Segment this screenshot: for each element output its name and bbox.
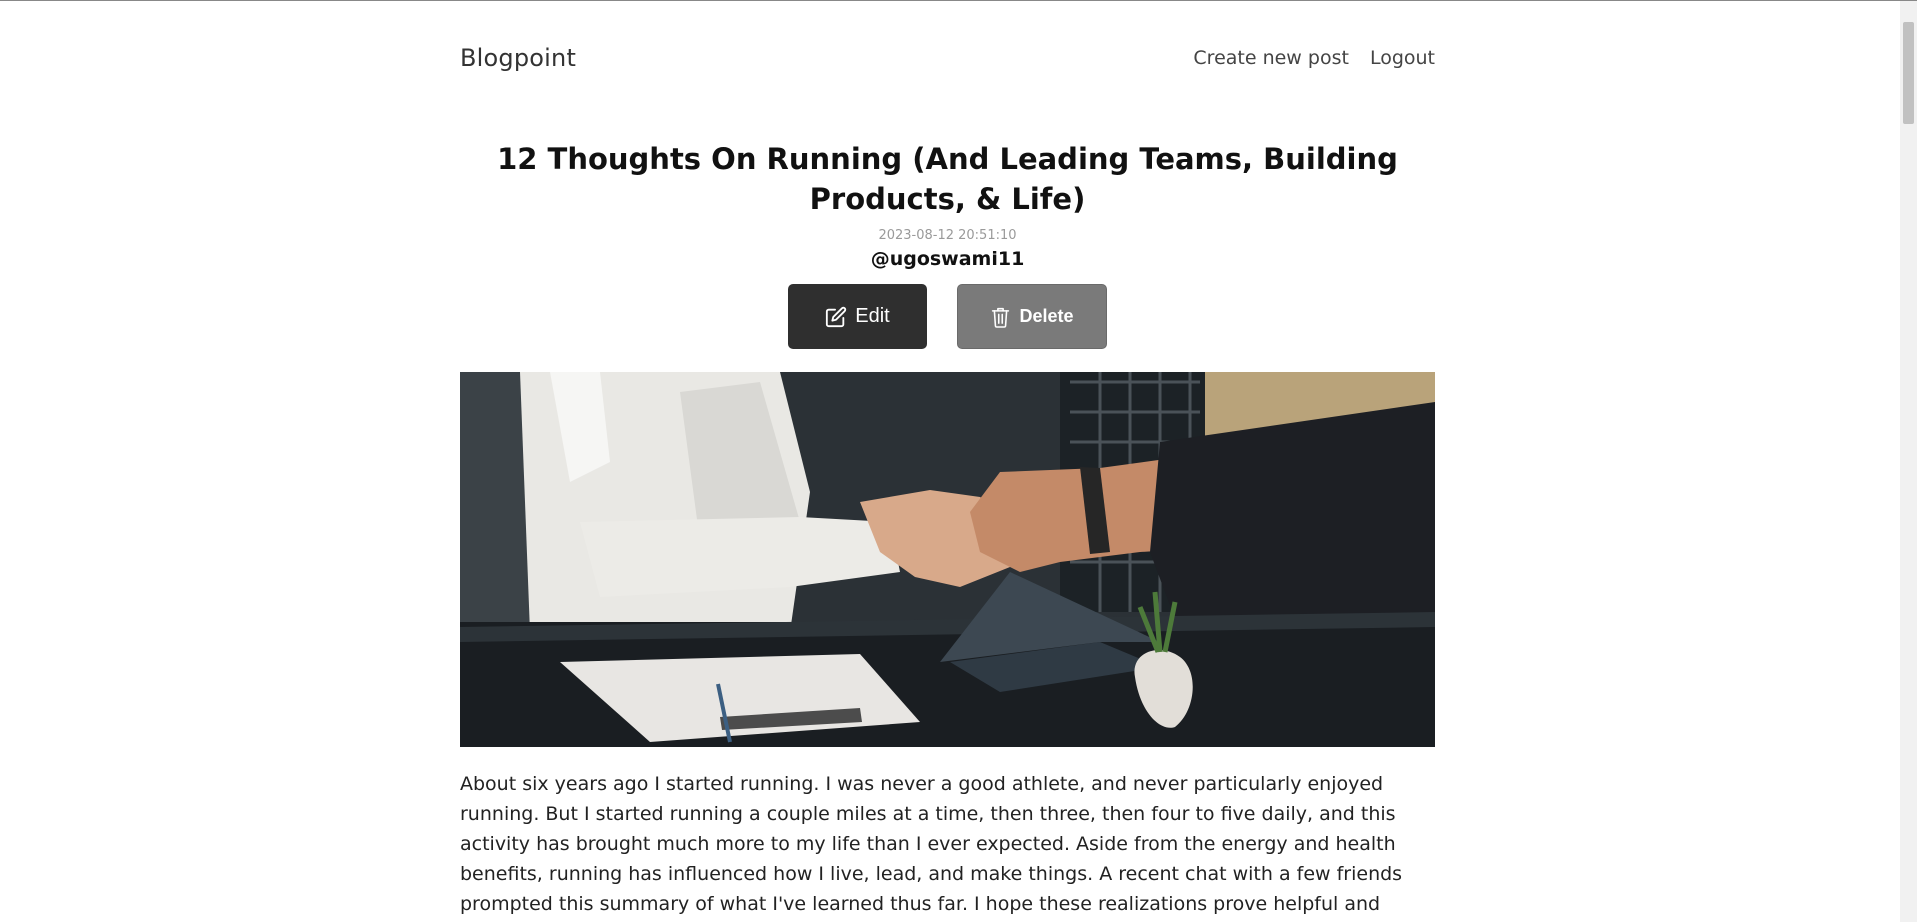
post-author[interactable]: @ugoswami11 <box>460 248 1435 270</box>
scrollbar-thumb[interactable] <box>1903 22 1914 124</box>
nav-links: Create new post Logout <box>1193 47 1435 69</box>
edit-icon <box>825 306 847 328</box>
post-cover-image <box>460 372 1435 747</box>
post-title: 12 Thoughts On Running (And Leading Team… <box>497 142 1398 216</box>
post-date: 2023-08-12 20:51:10 <box>878 228 1017 243</box>
navbar: Blogpoint Create new post Logout <box>460 1 1435 115</box>
edit-button-label: Edit <box>855 305 890 327</box>
delete-button[interactable]: Delete <box>957 284 1107 349</box>
brand-link[interactable]: Blogpoint <box>460 44 576 72</box>
edit-button[interactable]: Edit <box>788 284 927 349</box>
vertical-scrollbar[interactable] <box>1900 1 1917 922</box>
post-actions: Edit Delete <box>460 280 1435 372</box>
page-container: Blogpoint Create new post Logout 12 Thou… <box>460 1 1435 922</box>
post-body: About six years ago I started running. I… <box>460 773 1403 915</box>
trash-icon <box>990 305 1011 329</box>
create-new-post-link[interactable]: Create new post <box>1193 47 1349 69</box>
logout-link[interactable]: Logout <box>1370 47 1435 69</box>
browser-viewport: Blogpoint Create new post Logout 12 Thou… <box>0 0 1917 922</box>
delete-button-label: Delete <box>1019 306 1074 326</box>
